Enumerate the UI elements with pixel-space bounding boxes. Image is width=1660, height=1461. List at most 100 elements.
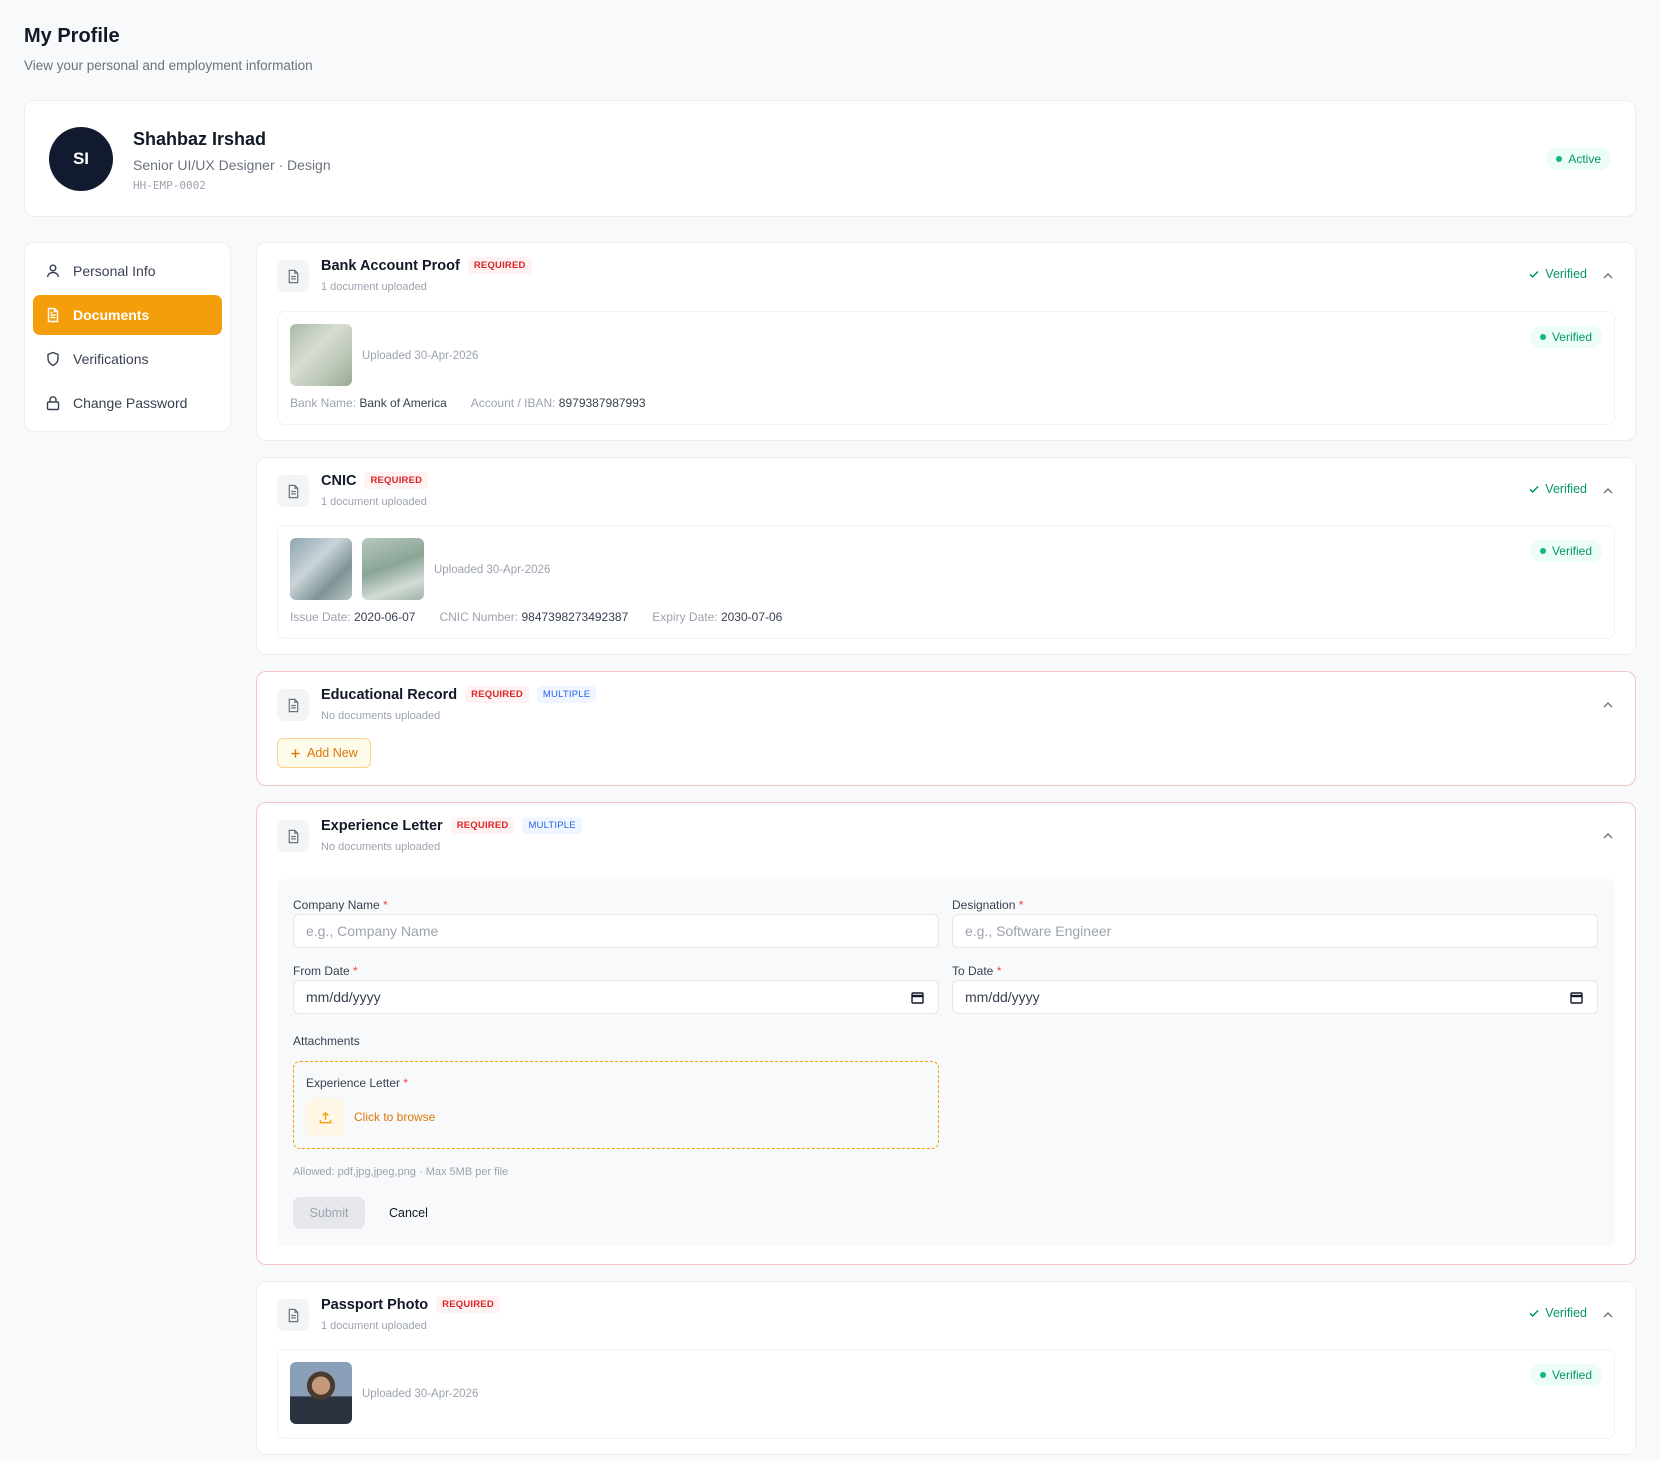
required-tag: REQUIRED [450,817,515,834]
upload-date: Uploaded 30-Apr-2026 [362,1388,479,1400]
file-icon [277,475,309,507]
section-title-text: Experience Letter [321,817,443,834]
profile-name: Shahbaz Irshad [133,129,267,149]
required-tag: REQUIRED [364,472,429,489]
chevron-up-icon[interactable] [1601,1308,1615,1322]
document-fields: Bank Name: Bank of America Account / IBA… [290,396,646,410]
company-name-input[interactable]: e.g., Company Name [293,914,939,948]
section-title: Educational Record REQUIRED MULTIPLE [321,686,597,703]
to-date-label: To Date * [952,964,1002,978]
chevron-up-icon[interactable] [1601,269,1615,283]
document-fields: Issue Date: 2020-06-07 CNIC Number: 9847… [290,610,782,624]
document-thumbnail[interactable] [290,538,352,600]
doc-field: Account / IBAN: 8979387987993 [471,396,646,410]
passport-photo-thumbnail[interactable] [290,1362,352,1424]
sidebar-item-change-password[interactable]: Change Password [33,383,222,423]
to-date-input[interactable]: mm/dd/yyyy [952,980,1598,1014]
section-educational-record: Educational Record REQUIRED MULTIPLE No … [256,671,1636,786]
section-status: Verified [1528,267,1587,281]
sidebar: Personal Info Documents Verifications Ch… [24,242,231,432]
doc-field-value: 2030-07-06 [720,610,783,624]
doc-field-label: Bank Name: [290,396,357,410]
file-icon [277,1299,309,1331]
doc-field: Bank Name: Bank of America [290,396,447,410]
section-title-text: Educational Record [321,686,458,703]
doc-field-value: 9847398273492387 [521,610,629,624]
allowed-file-types: Allowed: pdf,jpg,jpeg,png · Max 5MB per … [293,1166,509,1178]
doc-field: Issue Date: 2020-06-07 [290,610,415,624]
document-thumbnail[interactable] [290,324,352,386]
sidebar-item-verifications[interactable]: Verifications [33,339,222,379]
calendar-icon[interactable] [911,991,924,1004]
designation-label: Designation * [952,898,1024,912]
verified-badge: Verified [1529,540,1602,562]
section-status: Verified [1528,482,1587,496]
attachment-title: Experience Letter * [306,1076,409,1090]
status-dot-icon [1539,334,1546,340]
user-icon [46,264,60,278]
add-new-label: Add New [307,746,358,760]
chevron-up-icon[interactable] [1601,484,1615,498]
section-bank-account-proof: Bank Account Proof REQUIRED 1 document u… [256,242,1636,441]
doc-field-value: 2020-06-07 [354,610,416,624]
chevron-up-icon[interactable] [1601,829,1615,843]
sidebar-item-label: Change Password [73,395,188,411]
section-title-text: Passport Photo [321,1296,429,1313]
status-dot-icon [1539,1372,1546,1378]
attachments-label: Attachments [293,1034,360,1048]
upload-icon[interactable] [306,1098,344,1136]
section-status-label: Verified [1545,267,1587,281]
status-badge-label: Active [1568,152,1601,166]
section-cnic: CNIC REQUIRED 1 document uploaded Verifi… [256,457,1636,655]
required-tag: REQUIRED [467,257,532,274]
check-icon [1529,270,1539,278]
doc-field-label: CNIC Number: [439,610,519,624]
browse-link[interactable]: Click to browse [354,1110,435,1124]
sidebar-item-personal-info[interactable]: Personal Info [33,251,222,291]
add-new-button[interactable]: Add New [277,738,371,768]
submit-button[interactable]: Submit [293,1197,365,1229]
profile-card: SI Shahbaz Irshad Senior UI/UX Designer … [24,100,1636,217]
experience-form: Company Name * e.g., Company Name Design… [277,879,1615,1246]
to-date-value: mm/dd/yyyy [965,989,1040,1005]
upload-date: Uploaded 30-Apr-2026 [434,564,551,576]
from-date-label: From Date * [293,964,358,978]
verified-badge: Verified [1529,326,1602,348]
doc-field-label: Account / IBAN: [470,396,556,410]
file-icon [277,260,309,292]
designation-label-text: Designation [952,898,1016,912]
section-title: CNIC REQUIRED [321,472,429,489]
employee-code: HH-EMP-0002 [133,179,206,192]
sidebar-item-documents[interactable]: Documents [33,295,222,335]
to-date-label-text: To Date [952,964,994,978]
section-status-label: Verified [1545,482,1587,496]
chevron-up-icon[interactable] [1601,698,1615,712]
profile-role: Senior UI/UX Designer · Design [133,157,331,173]
sidebar-item-label: Personal Info [73,263,156,279]
section-meta: No documents uploaded [321,710,441,722]
verified-badge: Verified [1529,1364,1602,1386]
file-dropzone[interactable]: Experience Letter * Click to browse [293,1061,939,1149]
section-meta: No documents uploaded [321,841,441,853]
from-date-input[interactable]: mm/dd/yyyy [293,980,939,1014]
section-title-text: Bank Account Proof [321,257,460,274]
section-title: Passport Photo REQUIRED [321,1296,500,1313]
verified-badge-label: Verified [1551,1368,1592,1382]
document-thumbnail[interactable] [362,538,424,600]
lock-icon [46,396,60,411]
doc-field-value: Bank of America [359,396,447,410]
verified-badge-label: Verified [1551,330,1592,344]
designation-input[interactable]: e.g., Software Engineer [952,914,1598,948]
document-icon [47,307,59,323]
check-icon [1529,1309,1539,1317]
status-dot-icon [1556,156,1563,162]
status-badge: Active [1546,148,1611,170]
from-date-label-text: From Date [293,964,350,978]
page-title: My Profile [24,25,120,47]
section-meta: 1 document uploaded [321,1320,427,1332]
doc-field-label: Expiry Date: [652,610,718,624]
cancel-button[interactable]: Cancel [379,1197,438,1229]
section-meta: 1 document uploaded [321,496,427,508]
calendar-icon[interactable] [1570,991,1583,1004]
section-title: Bank Account Proof REQUIRED [321,257,532,274]
